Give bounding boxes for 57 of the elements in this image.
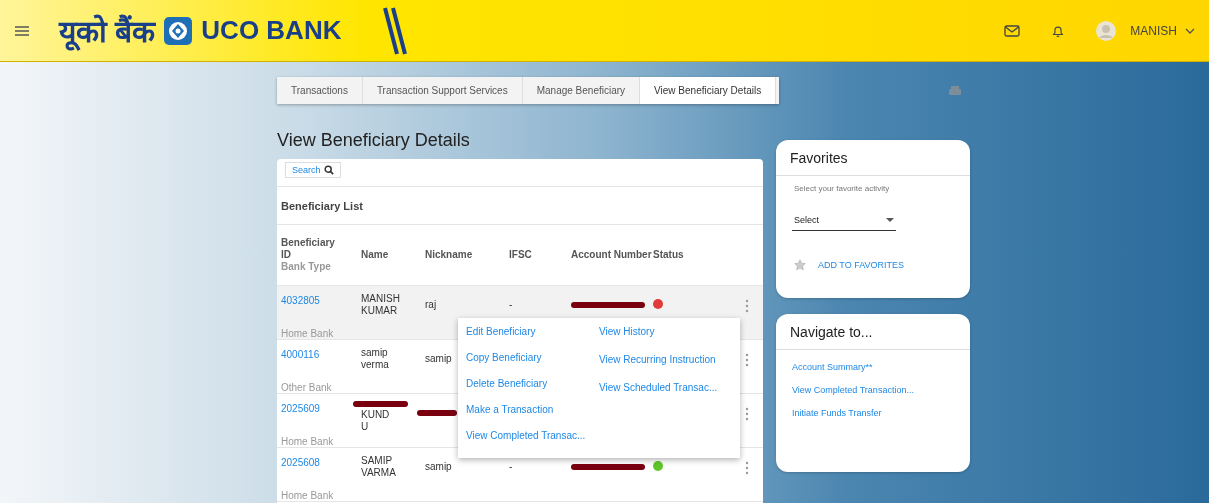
card-title: Favorites [776, 140, 970, 176]
navigation-link[interactable]: Initiate Funds Transfer [792, 408, 954, 418]
navigation-link[interactable]: View Completed Transaction... [792, 385, 954, 395]
column-header: IFSC [509, 249, 533, 261]
navigation-link[interactable]: Account Summary** [792, 362, 954, 372]
more-icon[interactable] [745, 299, 749, 313]
beneficiary-id-link[interactable]: 4000116 [281, 349, 361, 360]
breadcrumb-item[interactable]: Transaction Support Services [362, 77, 523, 104]
breadcrumb-item[interactable]: Transactions [277, 77, 363, 104]
menu-item[interactable]: Delete Beneficiary [466, 375, 599, 401]
column-header: Name [361, 249, 390, 261]
user-name[interactable]: MANISH [1130, 23, 1177, 38]
more-icon[interactable] [745, 407, 749, 421]
caret-icon[interactable] [1185, 27, 1195, 34]
menu-item[interactable]: View Recurring Instruction [599, 351, 732, 379]
table-cell: - [509, 299, 513, 310]
bank-logo-icon [163, 15, 194, 46]
bank-type: Home Bank [281, 490, 335, 501]
activity-select[interactable]: Select [792, 215, 896, 231]
bank-type: Other Bank [281, 382, 333, 393]
beneficiary-id-link[interactable]: 2025608 [281, 457, 361, 468]
hint-text: Select your favorite activity [793, 184, 891, 193]
beneficiary-id-link[interactable]: 2025609 [281, 403, 361, 414]
table-cell: - [509, 461, 513, 472]
menu-icon[interactable] [15, 25, 29, 36]
column-header: Beneficiary ID Bank Type [281, 237, 336, 273]
card-title: Navigate to... [776, 314, 970, 350]
table-cell: samip [425, 461, 452, 472]
dropdown-arrow-icon [886, 218, 894, 222]
more-icon[interactable] [745, 461, 749, 475]
more-icon[interactable] [745, 353, 749, 367]
beneficiary-id-link[interactable]: 4032805 [281, 295, 361, 306]
menu-item[interactable]: Make a Transaction [466, 401, 599, 427]
table-cell-text: SAMIP VARMA [361, 455, 397, 479]
search-button[interactable]: Search [285, 162, 341, 178]
search-icon [323, 165, 334, 175]
list-title: Beneficiary List [277, 187, 763, 225]
menu-item[interactable]: Copy Beneficiary [466, 349, 599, 375]
column-header: Account Number [571, 249, 653, 261]
mail-icon[interactable] [1004, 23, 1021, 38]
table-cell-text: KUND U [361, 409, 391, 433]
column-header: Nickname [425, 249, 474, 261]
breadcrumb-item[interactable]: View Beneficiary Details [640, 77, 777, 104]
table-cell: raj [425, 299, 437, 310]
bank-type: Home Bank [281, 436, 335, 447]
table-cell: samip [425, 353, 452, 364]
star-icon [794, 259, 806, 271]
menu-item[interactable]: View Scheduled Transac... [599, 379, 732, 407]
avatar-icon[interactable] [1096, 20, 1117, 41]
column-header: Status [653, 249, 685, 261]
bank-type: Home Bank [281, 328, 335, 339]
table-cell-text: samip verma [361, 347, 390, 371]
table-cell-text: MANISH KUMAR [361, 293, 401, 317]
add-to-favorites-link[interactable]: ADD TO FAVORITES [818, 260, 905, 270]
logo-text: UCO BANK [201, 15, 342, 46]
page-title: View Beneficiary Details [277, 130, 471, 151]
logo-hindi-text: यूको बैंक [59, 10, 156, 51]
